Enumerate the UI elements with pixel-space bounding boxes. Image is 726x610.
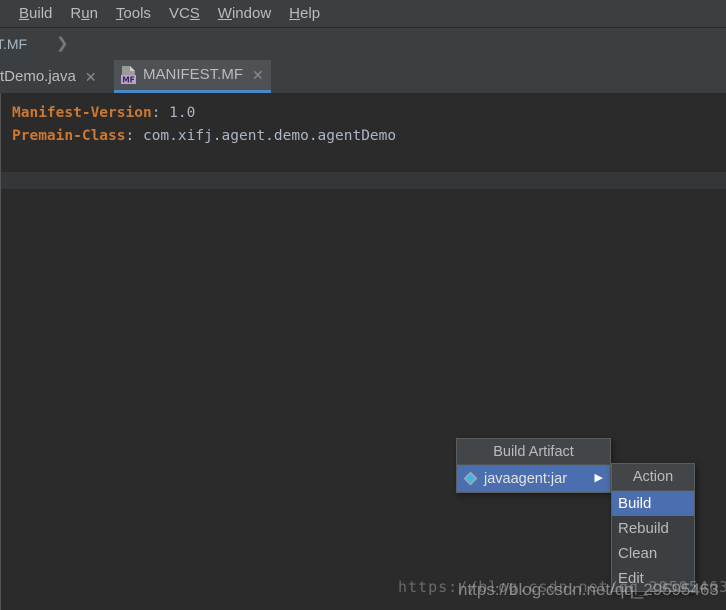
- submenu-arrow-icon: ▶: [595, 473, 603, 484]
- action-item-build[interactable]: Build: [612, 491, 694, 516]
- code-line-premain-class: Premain-Class: com.xifj.agent.demo.agent…: [12, 127, 396, 145]
- tab-manifest-mf-label: MANIFEST.MF: [143, 66, 243, 84]
- manifest-value-premain-class: com.xifj.agent.demo.agentDemo: [134, 128, 396, 144]
- build-artifact-popup-title: Build Artifact: [457, 439, 610, 465]
- action-item-clean[interactable]: Clean: [612, 541, 694, 566]
- tab-manifest-mf[interactable]: MF MANIFEST.MF ✕: [114, 60, 271, 93]
- menu-item-help[interactable]: Help: [280, 3, 329, 25]
- tab-agentdemo-java-label: tDemo.java: [0, 68, 76, 86]
- manifest-colon: :: [126, 128, 135, 144]
- close-icon[interactable]: ✕: [252, 68, 264, 82]
- ide-window: r Build Run Tools VCS Window Help T.MF ❯…: [0, 0, 726, 610]
- menu-item-vcs-mnemonic: S: [190, 5, 200, 22]
- menu-item-build[interactable]: Build: [10, 3, 61, 25]
- menu-item-help-label: elp: [300, 5, 320, 22]
- panel-divider-strip[interactable]: [0, 172, 726, 189]
- editor-tab-bar: tDemo.java ✕ MF MANIFEST.MF ✕: [0, 60, 726, 93]
- manifest-key-premain-class: Premain-Class: [12, 128, 126, 144]
- manifest-key-manifest-version: Manifest-Version: [12, 105, 152, 121]
- build-artifact-popup: Build Artifact javaagent:jar ▶: [456, 438, 611, 493]
- menu-item-window[interactable]: Window: [209, 3, 280, 25]
- manifest-file-icon: MF: [120, 66, 137, 85]
- code-editor[interactable]: Manifest-Version: 1.0 Premain-Class: com…: [0, 93, 726, 172]
- menu-item-build-mnemonic: B: [19, 5, 29, 22]
- menu-item-tools-label: ools: [123, 5, 151, 22]
- menu-item-window-mnemonic: W: [218, 5, 232, 22]
- menu-item-vcs-pre: VC: [169, 5, 190, 22]
- breadcrumb-bar: T.MF ❯: [0, 27, 726, 60]
- manifest-value-manifest-version: 1.0: [160, 105, 195, 121]
- code-line-manifest-version: Manifest-Version: 1.0: [12, 104, 195, 122]
- menu-item-run-label: n: [90, 5, 98, 22]
- menu-item-window-label: indow: [232, 5, 271, 22]
- action-submenu: Action Build Rebuild Clean Edit: [611, 463, 695, 592]
- popup-item-javaagent-jar-label: javaagent:jar: [484, 471, 595, 487]
- menu-item-build-label: uild: [29, 5, 52, 22]
- action-submenu-title: Action: [612, 464, 694, 491]
- menu-item-run-mnemonic: u: [81, 5, 89, 22]
- action-item-edit[interactable]: Edit: [612, 566, 694, 591]
- menu-item-run[interactable]: Run: [61, 3, 107, 25]
- menu-item-tools[interactable]: Tools: [107, 3, 160, 25]
- breadcrumb-item-manifest[interactable]: T.MF: [0, 35, 27, 53]
- menu-bar: r Build Run Tools VCS Window Help: [0, 0, 726, 27]
- breadcrumb-chevron-icon: ❯: [56, 35, 69, 53]
- artifact-diamond-icon: [463, 471, 478, 486]
- tab-agentdemo-java[interactable]: tDemo.java ✕: [0, 60, 105, 93]
- menu-item-vcs[interactable]: VCS: [160, 3, 209, 25]
- action-item-rebuild[interactable]: Rebuild: [612, 516, 694, 541]
- svg-text:MF: MF: [122, 75, 135, 84]
- menu-item-run-pre: R: [70, 5, 81, 22]
- close-icon[interactable]: ✕: [85, 70, 97, 84]
- menu-item-help-mnemonic: H: [289, 5, 300, 22]
- popup-item-javaagent-jar[interactable]: javaagent:jar ▶: [457, 465, 610, 492]
